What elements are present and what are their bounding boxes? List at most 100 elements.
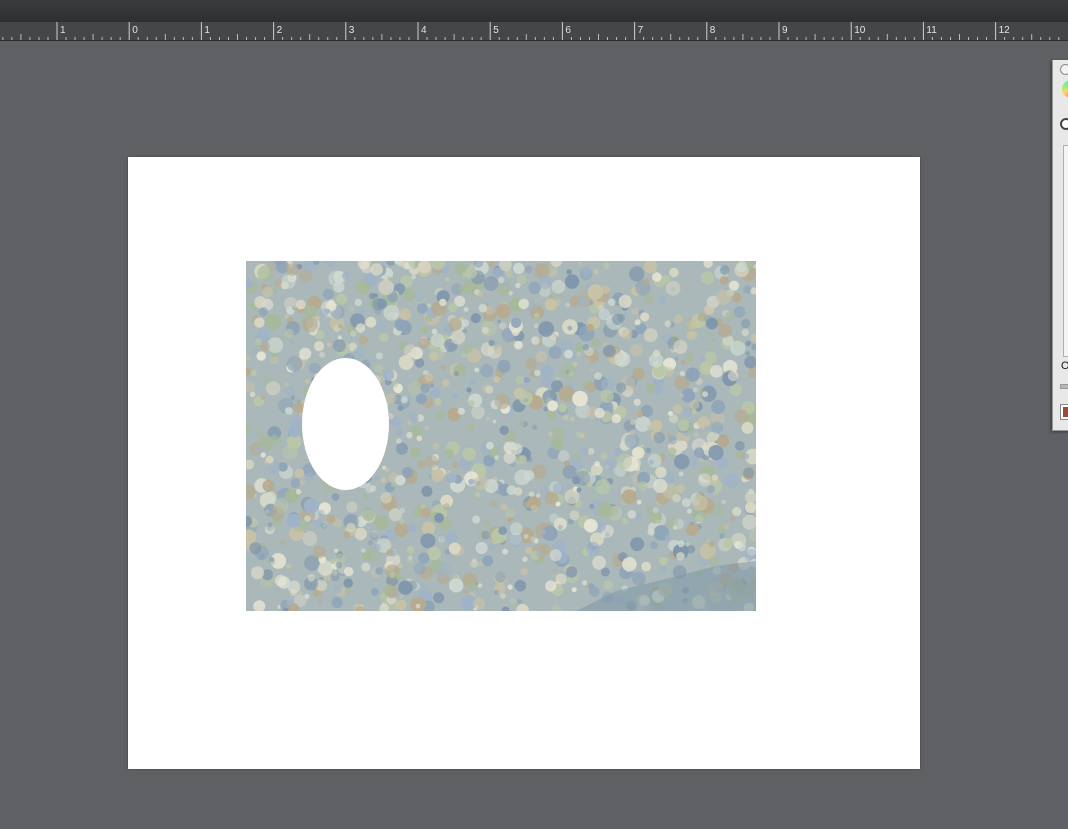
texture-blossom bbox=[514, 469, 531, 486]
texture-blossom bbox=[664, 320, 672, 328]
texture-blossom bbox=[469, 378, 477, 385]
texture-blossom bbox=[380, 492, 392, 504]
texture-blossom bbox=[591, 338, 601, 347]
texture-blossom bbox=[495, 571, 506, 583]
texture-blossom bbox=[495, 303, 511, 319]
texture-blossom bbox=[407, 555, 413, 560]
texture-blossom bbox=[581, 266, 591, 276]
texture-blossom bbox=[558, 450, 570, 462]
texture-blossom bbox=[382, 369, 395, 381]
color-mode-radio[interactable] bbox=[1060, 118, 1068, 130]
texture-blossom bbox=[355, 323, 366, 333]
texture-blossom bbox=[732, 507, 742, 517]
color-swatch[interactable] bbox=[1060, 404, 1068, 420]
texture-blossom bbox=[579, 446, 589, 456]
texture-blossom bbox=[734, 409, 749, 424]
texture-blossom bbox=[459, 285, 469, 294]
texture-blossom bbox=[478, 303, 488, 313]
texture-blossom bbox=[304, 304, 317, 318]
texture-blossom bbox=[742, 453, 750, 460]
texture-blossom bbox=[524, 501, 531, 509]
texture-blossom bbox=[270, 356, 279, 364]
texture-blossom bbox=[598, 305, 605, 312]
texture-blossom bbox=[498, 526, 507, 535]
texture-blossom bbox=[538, 274, 553, 289]
texture-blossom bbox=[632, 367, 645, 381]
texture-blossom bbox=[260, 395, 265, 400]
texture-blossom bbox=[493, 376, 500, 383]
texture-blossom bbox=[589, 303, 600, 315]
texture-blossom bbox=[490, 499, 498, 508]
texture-blossom bbox=[500, 503, 508, 511]
texture-blossom bbox=[636, 499, 642, 505]
texture-blossom bbox=[676, 552, 685, 561]
texture-blossom bbox=[449, 578, 464, 593]
opacity-slider[interactable] bbox=[1060, 384, 1068, 389]
texture-blossom bbox=[616, 453, 633, 470]
texture-blossom bbox=[373, 543, 381, 552]
texture-blossom bbox=[734, 440, 745, 451]
texture-blossom bbox=[565, 302, 571, 308]
texture-blossom bbox=[534, 369, 541, 377]
texture-blossom bbox=[421, 521, 436, 535]
texture-blossom bbox=[679, 370, 686, 377]
texture-blossom bbox=[659, 556, 668, 566]
texture-blossom bbox=[444, 276, 450, 282]
horizontal-ruler[interactable]: 1 0 1 2 3 4 5 6 7 8 9 10 11 12 bbox=[0, 22, 1068, 41]
texture-blossom bbox=[513, 262, 525, 275]
texture-blossom bbox=[545, 580, 557, 592]
texture-blossom bbox=[358, 335, 368, 345]
texture-blossom bbox=[249, 391, 256, 398]
texture-blossom bbox=[549, 513, 559, 523]
texture-blossom bbox=[575, 431, 582, 437]
texture-blossom bbox=[577, 261, 582, 266]
texture-blossom bbox=[641, 561, 652, 572]
texture-blossom bbox=[448, 317, 462, 332]
texture-blossom bbox=[420, 383, 430, 393]
texture-blossom bbox=[585, 381, 597, 393]
texture-blossom bbox=[564, 349, 574, 359]
texture-blossom bbox=[418, 337, 430, 349]
texture-blossom bbox=[721, 499, 726, 505]
color-wheel-icon[interactable] bbox=[1062, 80, 1068, 98]
texture-blossom bbox=[445, 530, 459, 545]
texture-blossom bbox=[386, 548, 394, 557]
texture-blossom bbox=[627, 510, 637, 519]
texture-blossom bbox=[286, 263, 299, 276]
texture-blossom bbox=[665, 280, 681, 296]
texture-blossom bbox=[514, 579, 527, 592]
texture-blossom bbox=[431, 328, 438, 335]
texture-blossom bbox=[398, 580, 413, 595]
texture-blossom bbox=[267, 337, 284, 354]
texture-blossom bbox=[474, 367, 480, 373]
texture-blossom bbox=[427, 303, 432, 308]
texture-blossom bbox=[254, 296, 267, 309]
texture-blossom bbox=[374, 474, 380, 481]
texture-blossom bbox=[519, 391, 533, 405]
texture-blossom bbox=[397, 405, 404, 412]
texture-blossom bbox=[706, 317, 718, 330]
texture-blossom bbox=[673, 339, 688, 354]
ruler-label: 7 bbox=[638, 25, 644, 36]
texture-blossom bbox=[547, 400, 558, 412]
texture-blossom bbox=[420, 507, 431, 518]
texture-blossom bbox=[672, 525, 678, 530]
texture-blossom bbox=[729, 515, 737, 522]
texture-blossom bbox=[631, 307, 639, 316]
texture-blossom bbox=[343, 531, 351, 539]
texture-blossom bbox=[398, 518, 405, 525]
texture-blossom bbox=[388, 508, 402, 522]
texture-blossom bbox=[391, 380, 399, 388]
texture-blossom bbox=[407, 524, 416, 533]
texture-blossom bbox=[727, 370, 739, 382]
texture-blossom bbox=[702, 391, 709, 398]
texture-blossom bbox=[437, 535, 446, 543]
panel-close-button[interactable] bbox=[1060, 64, 1068, 75]
texture-blossom bbox=[669, 267, 679, 278]
texture-blossom bbox=[485, 416, 490, 422]
texture-blossom bbox=[724, 473, 739, 488]
color-slider-box[interactable] bbox=[1063, 145, 1068, 357]
white-oval-shape[interactable] bbox=[302, 358, 389, 490]
texture-blossom bbox=[284, 328, 294, 338]
texture-blossom bbox=[414, 358, 425, 368]
